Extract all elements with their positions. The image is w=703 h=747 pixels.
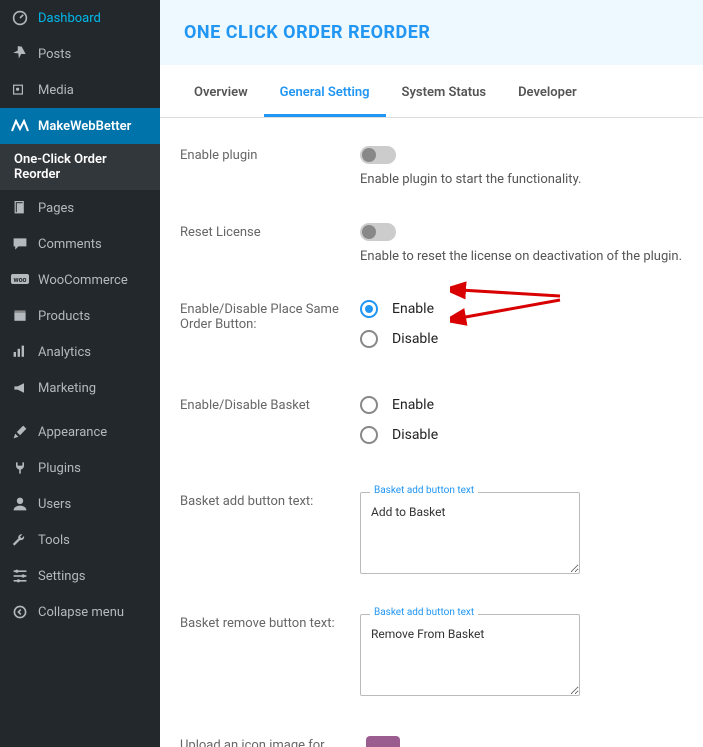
label-add-text: Basket add button text:	[180, 492, 360, 509]
sidebar-label: Tools	[38, 533, 70, 548]
radio-label: Disable	[392, 331, 438, 347]
collapse-icon	[10, 602, 30, 622]
settings-tabs: Overview General Setting System Status D…	[160, 71, 703, 118]
settings-form: Enable plugin Enable plugin to start the…	[160, 118, 703, 747]
woo-bag-icon: Woo	[366, 736, 400, 747]
label-enable-plugin: Enable plugin	[180, 146, 360, 163]
label-place-same-order: Enable/Disable Place Same Order Button:	[180, 300, 360, 332]
input-add-text[interactable]	[360, 492, 580, 574]
products-icon	[10, 306, 30, 326]
row-reset-license: Reset License Enable to reset the licens…	[180, 205, 683, 282]
sidebar-label: Marketing	[38, 381, 96, 396]
sidebar-sub-oneclick[interactable]: One-Click Order Reorder	[0, 144, 160, 190]
sidebar-item-marketing[interactable]: Marketing	[0, 370, 160, 406]
legend-add-text: Basket add button text	[370, 485, 478, 496]
label-icon-upload: Upload an icon image for basket icon:	[180, 736, 360, 747]
sliders-icon	[10, 566, 30, 586]
row-add-text: Basket add button text: Basket add butto…	[180, 474, 683, 596]
sidebar-label: MakeWebBetter	[38, 119, 131, 134]
megaphone-icon	[10, 378, 30, 398]
radio-label: Enable	[392, 301, 434, 317]
tab-developer[interactable]: Developer	[502, 71, 593, 117]
page-title: ONE CLICK ORDER REORDER	[184, 22, 679, 43]
mwb-icon	[10, 116, 30, 136]
sidebar-label: Appearance	[38, 425, 107, 440]
input-remove-text[interactable]	[360, 614, 580, 696]
row-place-same-order: Enable/Disable Place Same Order Button: …	[180, 282, 683, 378]
row-icon-upload: Upload an icon image for basket icon: Wo…	[180, 718, 683, 747]
user-icon	[10, 494, 30, 514]
radio-icon	[360, 426, 378, 444]
sidebar-label: Plugins	[38, 461, 81, 476]
sidebar-item-tools[interactable]: Tools	[0, 522, 160, 558]
sidebar-item-users[interactable]: Users	[0, 486, 160, 522]
help-enable-plugin: Enable plugin to start the functionality…	[360, 172, 683, 187]
tab-general-setting[interactable]: General Setting	[264, 71, 386, 117]
main-content: ONE CLICK ORDER REORDER Overview General…	[160, 0, 703, 747]
help-reset-license: Enable to reset the license on deactivat…	[360, 249, 683, 264]
woo-icon: woo	[10, 270, 30, 290]
radio-label: Disable	[392, 427, 438, 443]
sidebar-label: Pages	[38, 201, 74, 216]
analytics-icon	[10, 342, 30, 362]
sidebar-item-pages[interactable]: Pages	[0, 190, 160, 226]
sidebar-item-dashboard[interactable]: Dashboard	[0, 0, 160, 36]
row-basket: Enable/Disable Basket Enable Disable	[180, 378, 683, 474]
sidebar-label: Comments	[38, 237, 102, 252]
sidebar-label: Collapse menu	[38, 605, 124, 620]
svg-text:woo: woo	[13, 276, 26, 284]
radio-icon	[360, 396, 378, 414]
admin-sidebar: Dashboard Posts Media MakeWebBetter One-…	[0, 0, 160, 747]
toggle-enable-plugin[interactable]	[360, 146, 396, 164]
page-icon	[10, 198, 30, 218]
toggle-reset-license[interactable]	[360, 223, 396, 241]
radio-place-same-disable[interactable]: Disable	[360, 330, 683, 348]
sidebar-item-media[interactable]: Media	[0, 72, 160, 108]
sidebar-item-appearance[interactable]: Appearance	[0, 414, 160, 450]
label-reset-license: Reset License	[180, 223, 360, 240]
sidebar-item-woocommerce[interactable]: woo WooCommerce	[0, 262, 160, 298]
sidebar-label: Posts	[38, 47, 71, 62]
sidebar-label: Products	[38, 309, 90, 324]
sidebar-label: WooCommerce	[38, 273, 128, 288]
wrench-icon	[10, 530, 30, 550]
row-remove-text: Basket remove button text: Basket add bu…	[180, 596, 683, 718]
sidebar-label: Users	[38, 497, 71, 512]
dashboard-icon	[10, 8, 30, 28]
sidebar-item-posts[interactable]: Posts	[0, 36, 160, 72]
label-remove-text: Basket remove button text:	[180, 614, 360, 631]
radio-icon	[360, 330, 378, 348]
radio-place-same-enable[interactable]: Enable	[360, 300, 683, 318]
comment-icon	[10, 234, 30, 254]
tab-system-status[interactable]: System Status	[386, 71, 503, 117]
label-basket: Enable/Disable Basket	[180, 396, 360, 413]
media-icon	[10, 80, 30, 100]
sidebar-item-collapse[interactable]: Collapse menu	[0, 594, 160, 630]
sidebar-label: Dashboard	[38, 11, 101, 26]
sidebar-label: Analytics	[38, 345, 91, 360]
sidebar-item-plugins[interactable]: Plugins	[0, 450, 160, 486]
legend-remove-text: Basket add button text	[370, 607, 478, 618]
plug-icon	[10, 458, 30, 478]
sidebar-item-analytics[interactable]: Analytics	[0, 334, 160, 370]
brush-icon	[10, 422, 30, 442]
sidebar-item-makewebbetter[interactable]: MakeWebBetter	[0, 108, 160, 144]
row-enable-plugin: Enable plugin Enable plugin to start the…	[180, 128, 683, 205]
radio-icon	[360, 300, 378, 318]
radio-basket-enable[interactable]: Enable	[360, 396, 683, 414]
pin-icon	[10, 44, 30, 64]
sidebar-item-products[interactable]: Products	[0, 298, 160, 334]
radio-basket-disable[interactable]: Disable	[360, 426, 683, 444]
sidebar-sub-label: One-Click Order Reorder	[14, 152, 107, 182]
sidebar-label: Settings	[38, 569, 85, 584]
tab-overview[interactable]: Overview	[178, 71, 264, 117]
sidebar-label: Media	[38, 83, 74, 98]
page-header: ONE CLICK ORDER REORDER	[160, 0, 703, 65]
radio-label: Enable	[392, 397, 434, 413]
sidebar-item-settings[interactable]: Settings	[0, 558, 160, 594]
sidebar-item-comments[interactable]: Comments	[0, 226, 160, 262]
